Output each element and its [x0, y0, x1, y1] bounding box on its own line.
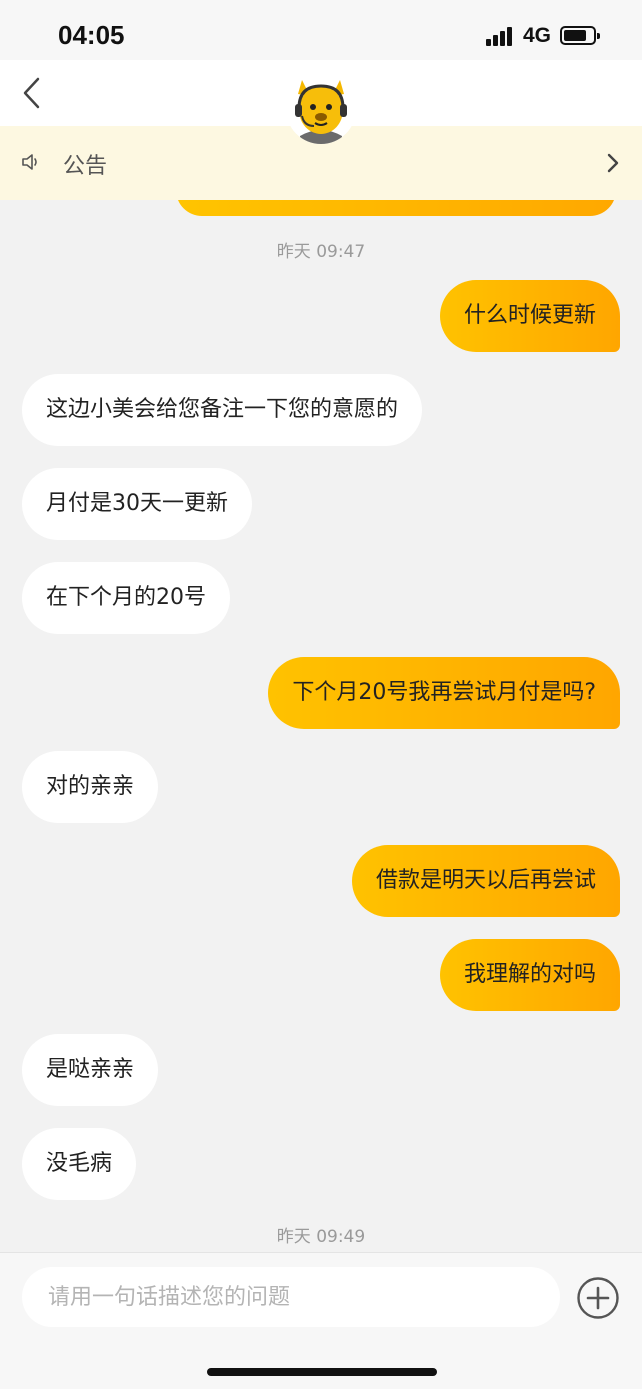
speaker-icon: [20, 150, 44, 174]
message-sent[interactable]: 借款是明天以后再尝试: [351, 845, 620, 917]
previous-message-bubble: [176, 200, 616, 216]
message-received[interactable]: 是哒亲亲: [22, 1034, 159, 1106]
message-received[interactable]: 对的亲亲: [22, 751, 159, 823]
announcement-label: 公告: [63, 154, 108, 179]
timestamp: 昨天 09:47: [276, 242, 366, 262]
chevron-right-icon[interactable]: [606, 152, 620, 174]
plus-circle-icon[interactable]: [576, 1276, 620, 1320]
timestamp: 昨天 09:49: [276, 1227, 366, 1247]
question-input[interactable]: [22, 1267, 560, 1327]
signal-icon: [486, 26, 516, 46]
message-sent[interactable]: 下个月20号我再尝试月付是吗?: [268, 657, 620, 729]
message-received[interactable]: 没毛病: [22, 1128, 137, 1200]
status-time: 04:05: [58, 20, 125, 50]
message-received[interactable]: 月付是30天一更新: [22, 468, 252, 540]
mascot-avatar-icon: [286, 74, 356, 144]
chat-list[interactable]: 昨天 09:47 什么时候更新 这边小美会给您备注一下您的意愿的 月付是30天一…: [0, 200, 642, 1252]
status-bar: 04:05 4G: [0, 0, 642, 60]
chevron-left-icon[interactable]: [18, 76, 48, 110]
battery-icon: [560, 26, 600, 45]
home-indicator[interactable]: [207, 1368, 437, 1376]
network-type: 4G: [523, 24, 552, 47]
nav-bar: [0, 60, 642, 144]
message-received[interactable]: 在下个月的20号: [22, 562, 230, 634]
message-received[interactable]: 这边小美会给您备注一下您的意愿的: [22, 374, 423, 446]
message-sent[interactable]: 我理解的对吗: [439, 939, 620, 1011]
message-sent[interactable]: 什么时候更新: [439, 280, 620, 352]
